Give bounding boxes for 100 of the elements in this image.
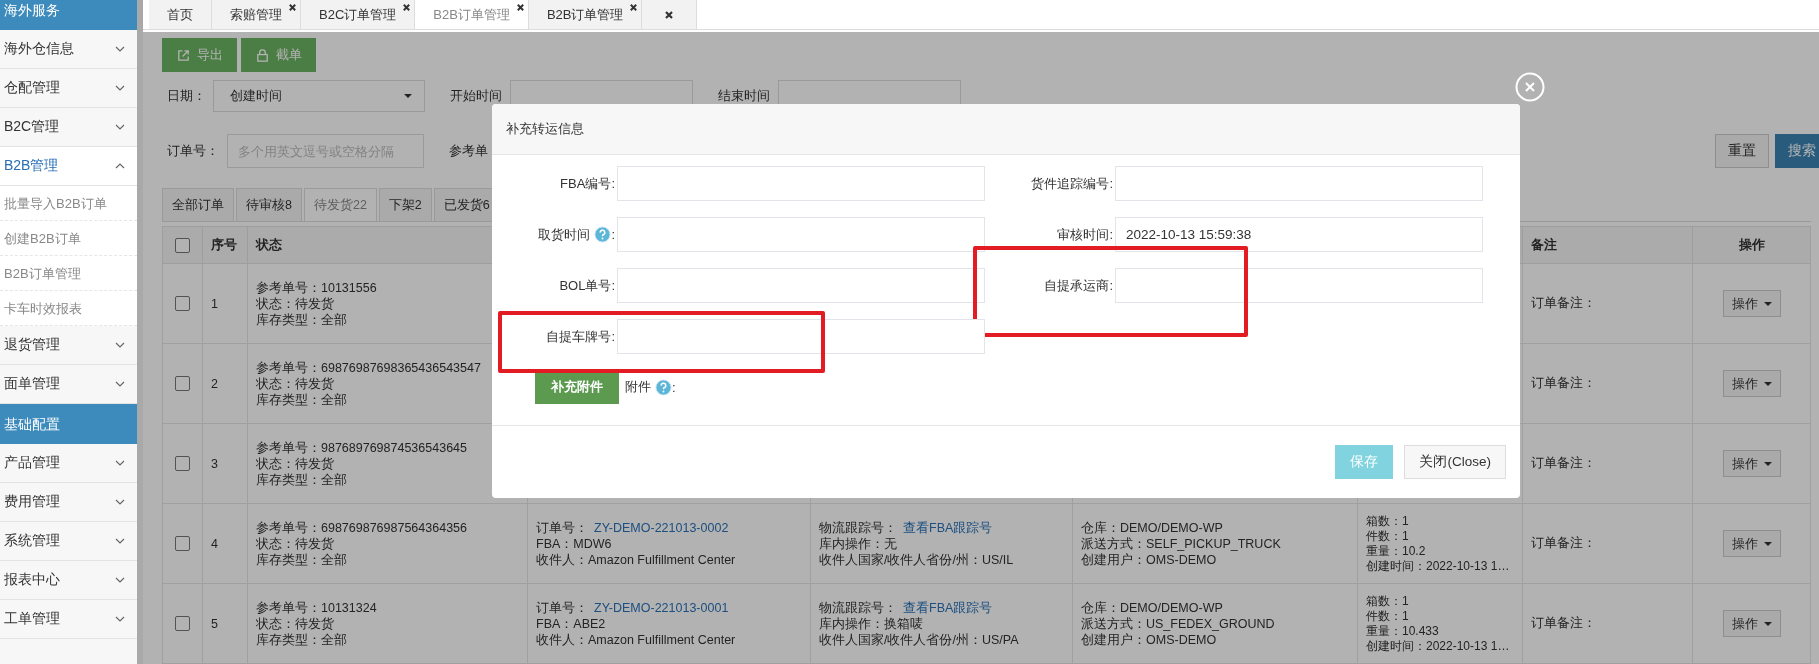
caret-down-icon [1763, 621, 1772, 626]
cell-text: 派送方式：US_FEDEX_GROUND [1081, 615, 1276, 632]
order-link[interactable]: ZY-DEMO-221013-0001 [594, 599, 729, 616]
cell-text: 订单号： [536, 599, 588, 616]
chevron-down-icon [115, 342, 125, 348]
text-field[interactable] [617, 166, 985, 201]
cell-text: 订单备注： [1531, 536, 1596, 550]
field-label: FBA编号: [560, 174, 615, 193]
field-label: 审核时间: [1057, 225, 1113, 244]
field-label: 自提车牌号: [546, 327, 615, 346]
cell-text: 库存类型：全部 [256, 551, 348, 568]
sidebar-subitem[interactable]: 创建B2B订单 [0, 221, 137, 256]
search-button[interactable]: 搜索 [1775, 134, 1819, 168]
field-label: 取货时间 [538, 225, 591, 244]
cell-text: 派送方式：SELF_PICKUP_TRUCK [1081, 535, 1282, 552]
action-dropdown-button[interactable]: 操作 [1722, 290, 1781, 317]
cell-text: 订单备注： [1531, 616, 1596, 630]
column-header: 序号 [211, 237, 237, 252]
table-cell: 4 [211, 536, 218, 551]
cell-text: 库存类型：全部 [256, 311, 348, 328]
help-icon[interactable] [594, 226, 612, 243]
page-tab[interactable]: B2B订单管理 [528, 0, 643, 29]
cell-text: 件数：1 [1366, 528, 1410, 544]
field-label: 自提承运商: [1044, 276, 1113, 295]
action-dropdown-button[interactable]: 操作 [1722, 530, 1781, 557]
cell-text: 状态：待发货 [256, 375, 335, 392]
action-dropdown-button[interactable]: 操作 [1722, 450, 1781, 477]
action-dropdown-button[interactable]: 操作 [1722, 370, 1781, 397]
row-checkbox[interactable] [175, 536, 190, 551]
close-icon[interactable] [629, 3, 639, 12]
cell-text: 订单号： [536, 519, 588, 536]
chevron-down-icon [115, 616, 125, 622]
cell-text: 收件人国家/收件人省份/州：US/IL [819, 551, 1015, 568]
cell-text: 订单备注： [1531, 456, 1596, 470]
caret-down-icon [404, 94, 412, 98]
status-tab[interactable]: 下架2 [378, 188, 432, 221]
tracking-link[interactable]: 查看FBA跟踪号 [903, 519, 993, 536]
lock-icon [255, 47, 270, 63]
page-tab[interactable]: B2C订单管理 [301, 0, 416, 29]
table-cell: 2 [211, 376, 218, 391]
table-cell: 3 [211, 456, 218, 471]
text-field[interactable] [617, 268, 985, 303]
caret-down-icon [1763, 541, 1772, 546]
select-all-checkbox[interactable] [175, 237, 190, 253]
cell-text: FBA：MDW6 [536, 535, 613, 552]
action-dropdown-button[interactable]: 操作 [1722, 610, 1781, 637]
chevron-down-icon [115, 85, 125, 91]
cell-text: 状态：待发货 [256, 455, 335, 472]
field-label: BOL单号: [559, 276, 615, 295]
cell-text: 件数：1 [1366, 608, 1410, 624]
status-tab[interactable]: 全部订单 [162, 188, 234, 221]
scrollbar[interactable] [137, 0, 143, 664]
text-field[interactable] [1115, 268, 1483, 303]
cell-text: 收件人：Amazon Fulfillment Center [536, 551, 737, 568]
close-icon[interactable] [288, 3, 297, 12]
cell-text: 库存类型：全部 [256, 391, 348, 408]
text-field[interactable] [1115, 166, 1483, 201]
row-checkbox[interactable] [175, 616, 190, 631]
caret-down-icon [1763, 381, 1772, 386]
close-icon[interactable] [402, 3, 412, 12]
start-time-label: 开始时间 [449, 87, 502, 105]
cell-text: 状态：待发货 [256, 295, 335, 312]
text-field[interactable]: 2022-10-13 15:59:38 [1115, 217, 1483, 252]
sidebar-item[interactable]: B2B管理 [0, 147, 137, 186]
table-cell: 1 [211, 296, 218, 311]
end-time-label: 结束时间 [717, 87, 770, 105]
reset-button[interactable]: 重置 [1715, 134, 1769, 168]
sidebar-section-header: 海外服务 [0, 0, 137, 30]
row-checkbox[interactable] [175, 376, 190, 391]
sidebar-subitem[interactable]: 卡车时效报表 [0, 291, 137, 326]
column-header: 状态 [256, 237, 282, 252]
sidebar-subitem[interactable]: 批量导入B2B订单 [0, 186, 137, 221]
tracking-link[interactable]: 查看FBA跟踪号 [903, 599, 993, 616]
chevron-down-icon [115, 538, 125, 544]
page-tab[interactable]: 首页 [149, 0, 212, 29]
order-link[interactable]: ZY-DEMO-221013-0002 [594, 519, 729, 536]
date-select[interactable]: 创建时间 [213, 80, 425, 112]
cell-text: 参考单号：10131556 [256, 279, 378, 296]
text-field[interactable] [617, 319, 985, 354]
row-checkbox[interactable] [175, 456, 190, 471]
help-icon[interactable] [655, 378, 672, 396]
cell-text: 库存类型：全部 [256, 631, 348, 648]
sidebar-subitem[interactable]: B2B订单管理 [0, 256, 137, 291]
cell-text: FBA：ABE2 [536, 615, 607, 632]
order-number-label: 订单号： [166, 142, 219, 160]
chevron-down-icon [115, 124, 125, 130]
cell-text: 仓库：DEMO/DEMO-WP [1081, 519, 1224, 536]
text-field[interactable] [617, 217, 985, 252]
status-tab[interactable]: 待审核8 [236, 188, 302, 221]
close-icon[interactable] [664, 9, 675, 20]
field-label: 货件追踪编号: [1031, 174, 1113, 193]
page-tab[interactable]: 索赔管理 [212, 0, 301, 29]
close-button[interactable]: 关闭(Close) [1404, 445, 1506, 479]
cell-text: 创建用户：OMS-DEMO [1081, 631, 1218, 648]
cell-text: 箱数：1 [1366, 513, 1410, 529]
attachment-label: 附件 [625, 378, 651, 396]
date-label: 日期： [166, 87, 207, 105]
attachment-label: : [672, 379, 676, 395]
row-checkbox[interactable] [175, 296, 190, 311]
close-icon[interactable] [515, 3, 525, 12]
